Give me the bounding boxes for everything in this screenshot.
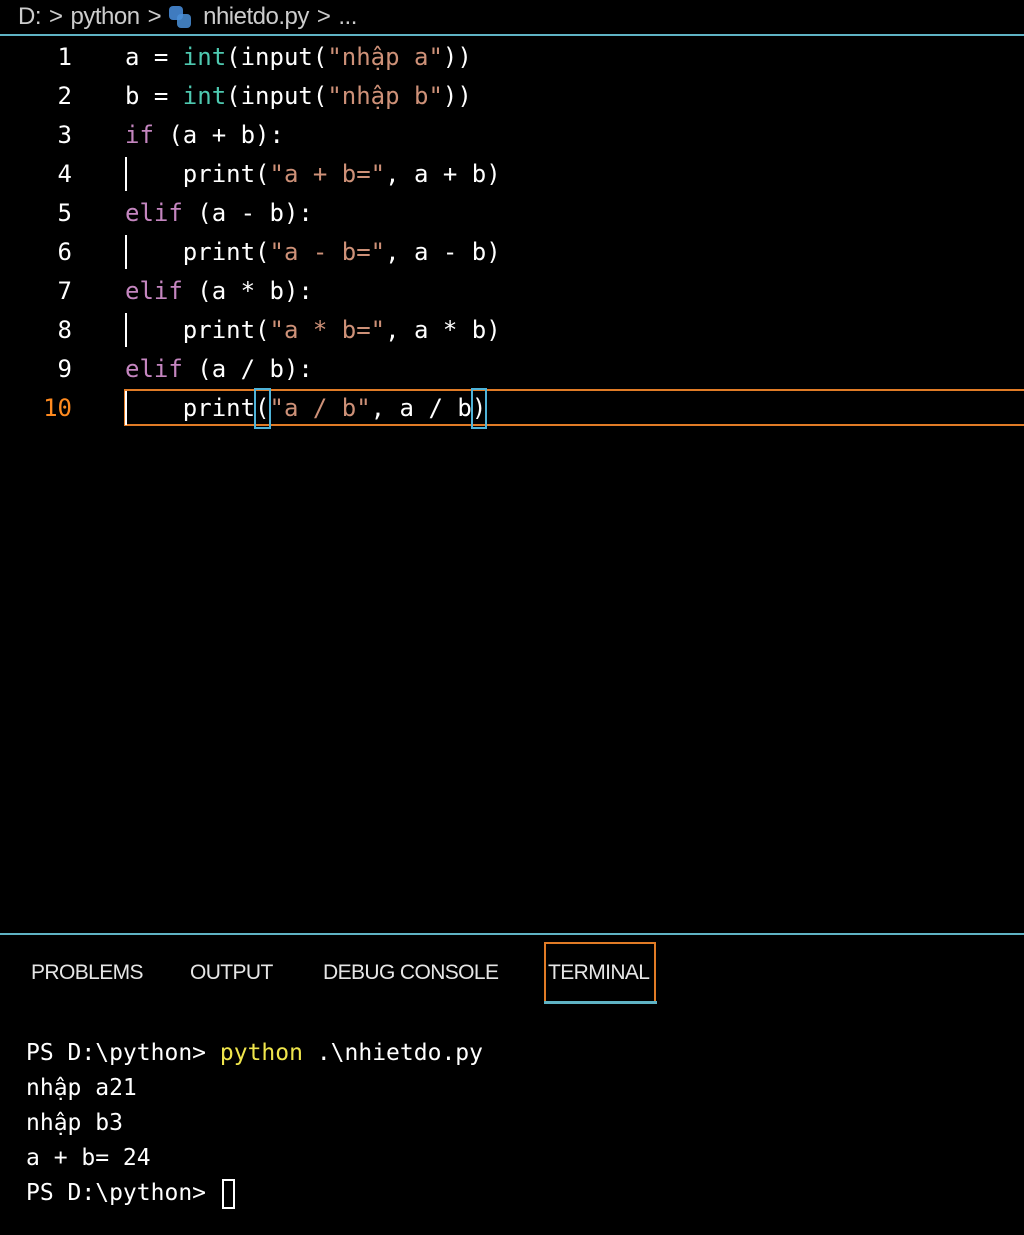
code-text: print("a / b", a / b): [125, 388, 488, 429]
terminal-output-line: a + b= 24: [26, 1145, 151, 1171]
code-text: b = int(input("nhập b")): [125, 77, 472, 116]
line-number: 4: [57, 160, 72, 188]
terminal-output-line: nhập b3: [26, 1110, 123, 1136]
terminal-prompt: PS D:\python>: [26, 1040, 220, 1066]
line-number: 5: [57, 199, 72, 227]
indent-guide: [125, 313, 127, 347]
code-token: "a / b": [269, 394, 371, 422]
code-line[interactable]: 4 print("a + b=", a + b): [0, 155, 1024, 194]
indent-guide: [125, 235, 127, 269]
breadcrumb-folder[interactable]: python: [71, 3, 141, 31]
tab-terminal[interactable]: TERMINAL: [544, 942, 656, 1004]
code-text: print("a + b=", a + b): [125, 155, 501, 194]
code-text: a = int(input("nhập a")): [125, 38, 472, 77]
code-editor[interactable]: 1a = int(input("nhập a")) 2 b = int(input(…: [0, 38, 1024, 933]
line-number: 2: [57, 82, 72, 110]
code-token: print(: [125, 238, 270, 266]
terminal-output-line: nhập a21: [26, 1075, 137, 1101]
code-token: print(: [125, 316, 270, 344]
code-token: int: [182, 82, 227, 110]
chevron-right-icon: >: [147, 3, 162, 30]
terminal-cursor[interactable]: [221, 1178, 235, 1209]
panel-divider: [0, 933, 1024, 935]
code-token: "nhập b": [327, 82, 443, 110]
code-line[interactable]: 7 elif (a * b):: [0, 272, 1024, 311]
code-token: elif: [125, 199, 183, 227]
code-text: elif (a - b):: [125, 194, 313, 233]
terminal[interactable]: PS D:\python> python .\nhietdo.py nhập a…: [26, 1036, 483, 1211]
breadcrumb-drive[interactable]: D:: [18, 3, 42, 31]
line-number: 8: [57, 316, 72, 344]
code-token: (a / b):: [182, 355, 313, 383]
tab-output[interactable]: OUTPUT: [190, 942, 273, 1004]
line-number: 3: [57, 121, 72, 149]
code-token: a =: [125, 43, 183, 71]
line-number: 9: [57, 355, 72, 383]
code-token: , a * b): [385, 316, 501, 344]
code-token: if: [125, 121, 154, 149]
code-token: (input(: [226, 43, 328, 71]
code-token: (a * b):: [182, 277, 313, 305]
panel-tabs: PROBLEMS OUTPUT DEBUG CONSOLE TERMINAL: [0, 942, 1024, 1004]
line-number: 7: [57, 277, 72, 305]
terminal-command-args: .\nhietdo.py: [302, 1040, 483, 1066]
code-text: print("a - b=", a - b): [125, 233, 501, 272]
code-text: print("a * b=", a * b): [125, 311, 501, 350]
code-line[interactable]: 1 a = int(input("nhập a")): [0, 38, 1024, 77]
line-number: 1: [57, 43, 72, 71]
code-text: elif (a * b):: [125, 272, 313, 311]
code-token: print: [125, 394, 256, 422]
code-token: "nhập a": [327, 43, 443, 71]
code-token: "a - b=": [269, 238, 386, 266]
code-token: int: [182, 43, 227, 71]
code-token: b =: [125, 82, 183, 110]
code-token: (input(: [226, 82, 328, 110]
terminal-command: python: [219, 1040, 303, 1066]
code-token: "a + b=": [269, 160, 386, 188]
code-token: ): [470, 388, 488, 429]
code-token: , a / b: [370, 394, 472, 422]
indent-guide: [125, 391, 127, 425]
code-token: (a - b):: [182, 199, 313, 227]
line-number: 6: [57, 238, 72, 266]
code-line[interactable]: 6 print("a - b=", a - b): [0, 233, 1024, 272]
code-token: , a - b): [385, 238, 501, 266]
terminal-line: PS D:\python>: [26, 1176, 483, 1211]
code-token: )): [442, 43, 472, 71]
code-line[interactable]: 9 elif (a / b):: [0, 350, 1024, 389]
terminal-line: PS D:\python> python .\nhietdo.py: [26, 1036, 483, 1071]
code-text: elif (a / b):: [125, 350, 313, 389]
code-token: (a + b):: [153, 121, 284, 149]
code-text: if (a + b):: [125, 116, 284, 155]
python-file-icon: [169, 6, 192, 28]
chevron-right-icon: >: [49, 3, 63, 30]
code-line[interactable]: 10 print("a / b", a / b): [0, 388, 1024, 429]
breadcrumb-more[interactable]: ...: [338, 3, 357, 31]
line-number: 10: [43, 394, 72, 422]
code-token: (: [254, 388, 271, 429]
code-token: "a * b=": [269, 316, 386, 344]
code-line[interactable]: 5 elif (a - b):: [0, 194, 1024, 233]
code-line[interactable]: 2 b = int(input("nhập b")): [0, 77, 1024, 116]
code-token: print(: [125, 160, 270, 188]
terminal-prompt: PS D:\python>: [26, 1180, 220, 1206]
active-tab-indicator: [544, 1001, 657, 1004]
indent-guide: [125, 157, 127, 191]
code-token: elif: [125, 355, 183, 383]
tab-debug-console[interactable]: DEBUG CONSOLE: [323, 942, 499, 1004]
tab-problems[interactable]: PROBLEMS: [31, 942, 144, 1004]
chevron-right-icon: >: [316, 3, 331, 30]
code-token: )): [442, 82, 472, 110]
code-token: , a + b): [385, 160, 501, 188]
code-line[interactable]: 3 if (a + b):: [0, 116, 1024, 155]
breadcrumb-file[interactable]: nhietdo.py: [203, 3, 309, 31]
code-token: elif: [125, 277, 183, 305]
code-line[interactable]: 8 print("a * b=", a * b): [0, 311, 1024, 350]
breadcrumb: D: > python > nhietdo.py > ...: [0, 0, 1024, 36]
